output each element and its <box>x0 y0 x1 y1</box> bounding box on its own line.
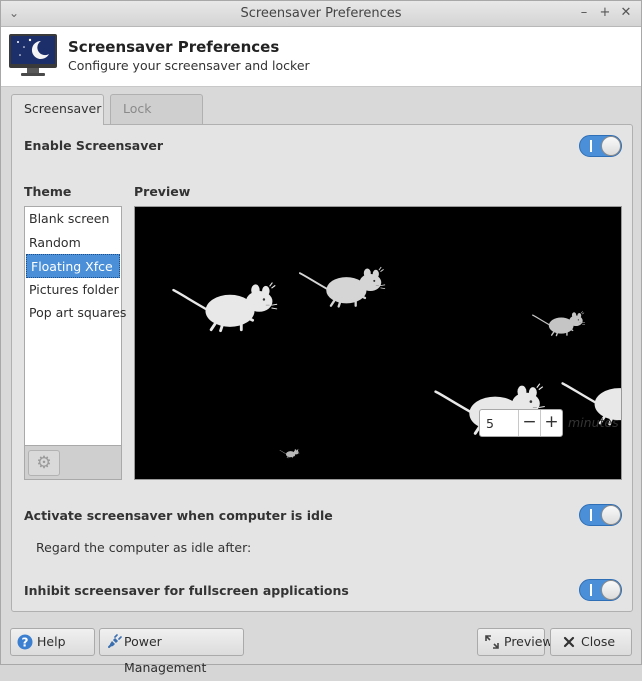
theme-item-random[interactable]: Random <box>25 231 121 255</box>
header-title: Screensaver Preferences <box>68 38 280 56</box>
inhibit-fullscreen-label: Inhibit screensaver for fullscreen appli… <box>24 583 349 598</box>
mouse-sprite-2 <box>298 265 387 308</box>
switch-knob <box>601 505 621 525</box>
enable-screensaver-label: Enable Screensaver <box>24 138 164 153</box>
dialog-header: Screensaver Preferences Configure your s… <box>1 27 641 87</box>
theme-settings-button[interactable]: ⚙ <box>28 450 60 476</box>
switch-on-indicator <box>590 584 592 596</box>
maximize-button[interactable]: + <box>596 4 614 22</box>
switch-on-indicator <box>590 140 592 152</box>
gear-icon: ⚙ <box>36 453 52 473</box>
theme-item-pictures-folder[interactable]: Pictures folder <box>25 278 121 302</box>
minimize-button[interactable]: – <box>575 4 593 22</box>
decrement-button[interactable]: − <box>518 410 540 436</box>
theme-list-toolbar: ⚙ <box>24 446 122 480</box>
close-label: Close <box>581 634 616 649</box>
power-management-label: Power Management <box>124 634 207 675</box>
mouse-sprite-6 <box>279 448 300 459</box>
close-window-button[interactable]: ✕ <box>617 4 635 22</box>
mouse-sprite-1 <box>171 281 279 333</box>
close-icon <box>563 636 575 648</box>
theme-heading: Theme <box>24 184 72 199</box>
activate-idle-label: Activate screensaver when computer is id… <box>24 508 333 523</box>
help-button[interactable]: ? Help <box>10 628 95 656</box>
theme-item-pop-art-squares[interactable]: Pop art squares <box>25 301 126 325</box>
screensaver-preferences-window: ⌄ Screensaver Preferences – + ✕ Screensa… <box>0 0 642 675</box>
preview-button[interactable]: Preview <box>477 628 553 656</box>
titlebar[interactable]: ⌄ Screensaver Preferences – + ✕ <box>1 1 641 27</box>
window-title: Screensaver Preferences <box>240 6 402 21</box>
switch-knob <box>601 136 621 156</box>
close-button[interactable]: Close <box>550 628 632 656</box>
enable-screensaver-switch[interactable] <box>579 135 622 157</box>
idle-minutes-input[interactable] <box>484 414 514 432</box>
theme-item-blank-screen[interactable]: Blank screen <box>25 207 121 231</box>
idle-unit-label: minutes <box>568 415 619 430</box>
theme-list[interactable]: Blank screen Random Floating Xfce Pictur… <box>24 206 126 446</box>
tab-lock-screen[interactable]: Lock Screen <box>110 94 203 144</box>
power-plug-icon <box>108 634 122 648</box>
power-management-button[interactable]: Power Management <box>99 628 244 675</box>
screensaver-preview <box>134 206 622 480</box>
tab-screensaver[interactable]: Screensaver <box>11 94 104 125</box>
inhibit-fullscreen-switch[interactable] <box>579 579 622 601</box>
mouse-sprite-3 <box>531 310 586 337</box>
preview-label: Preview <box>504 634 553 649</box>
header-subtitle: Configure your screensaver and locker <box>68 58 310 73</box>
fullscreen-icon <box>485 635 499 649</box>
activate-idle-switch[interactable] <box>579 504 622 526</box>
idle-minutes-spinner[interactable]: − + <box>479 409 563 437</box>
screensaver-moon-icon <box>9 34 57 76</box>
theme-item-floating-xfce[interactable]: Floating Xfce <box>26 254 120 278</box>
preview-heading: Preview <box>134 184 191 199</box>
increment-button[interactable]: + <box>540 410 562 436</box>
svg-text:?: ? <box>22 636 29 650</box>
help-icon: ? <box>17 634 33 650</box>
switch-knob <box>601 580 621 600</box>
help-label: Help <box>37 634 66 649</box>
screensaver-tab-panel: Enable Screensaver Theme Preview Blank s… <box>11 124 633 612</box>
idle-time-label: Regard the computer as idle after: <box>36 540 252 555</box>
switch-on-indicator <box>590 509 592 521</box>
